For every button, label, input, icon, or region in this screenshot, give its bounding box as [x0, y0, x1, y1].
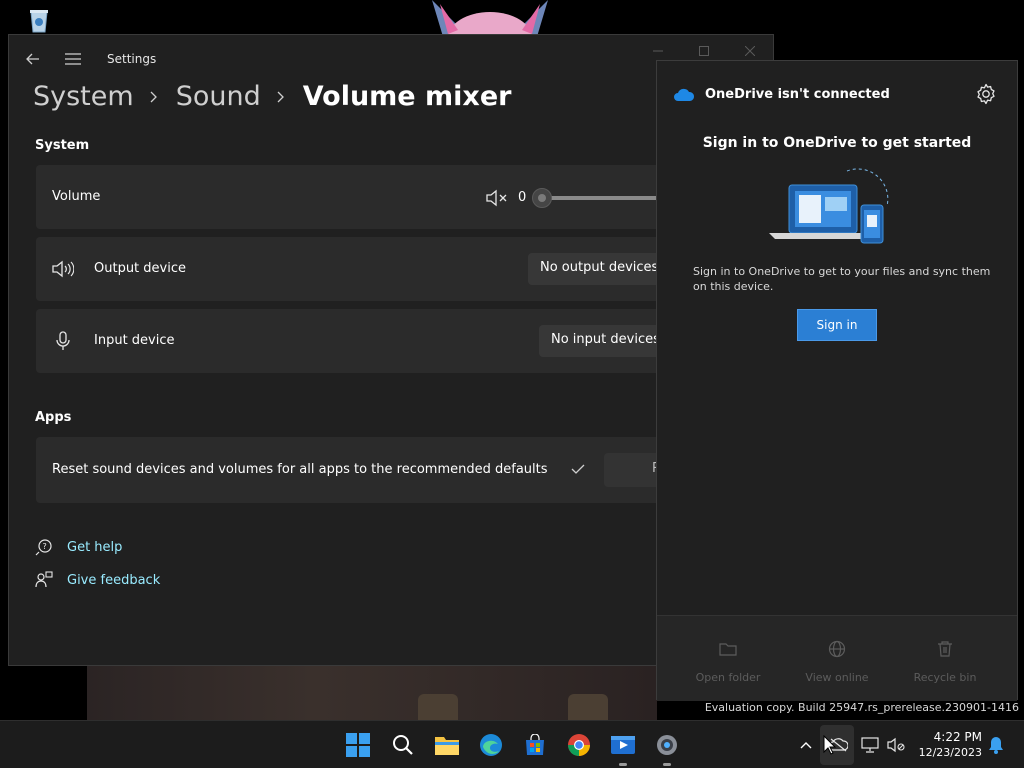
desktop: Settings System Sound Volume mixer Syste… [0, 0, 1024, 768]
show-hidden-icons-button[interactable] [796, 735, 816, 755]
view-online-label: View online [805, 671, 869, 684]
navigation-menu-button[interactable] [63, 49, 83, 69]
taskbar: 4:22 PM 12/23/2023 [0, 720, 1024, 768]
recycle-bin-button[interactable]: Recycle bin [895, 636, 995, 684]
volume-mute-icon[interactable] [486, 189, 508, 207]
onedrive-flyout: OneDrive isn't connected Sign in to OneD… [656, 60, 1018, 701]
volume-muted-icon [887, 737, 905, 753]
view-online-button[interactable]: View online [787, 636, 887, 684]
wallpaper-detail [418, 694, 458, 722]
volume-tray-button[interactable] [886, 735, 906, 755]
onedrive-description: Sign in to OneDrive to get to your files… [693, 265, 991, 293]
bell-icon [989, 737, 1003, 754]
network-tray-button[interactable] [860, 735, 880, 755]
breadcrumb-system[interactable]: System [33, 81, 134, 112]
edge-button[interactable] [476, 730, 506, 760]
chevron-right-icon [277, 90, 287, 104]
close-icon [745, 46, 755, 56]
running-indicator [663, 763, 671, 766]
wallpaper-detail [568, 694, 608, 722]
file-explorer-button[interactable] [432, 730, 462, 760]
back-button[interactable] [23, 49, 43, 69]
network-icon [861, 737, 879, 753]
settings-icon [657, 735, 677, 755]
globe-icon [828, 640, 846, 658]
folder-icon [719, 643, 737, 656]
edge-icon [480, 734, 502, 756]
running-indicator [619, 763, 627, 766]
microphone-icon [52, 331, 74, 351]
volume-label: Volume [52, 189, 101, 204]
maximize-icon [699, 46, 709, 56]
store-icon [526, 734, 544, 755]
window-title: Settings [107, 52, 157, 66]
store-button[interactable] [520, 730, 550, 760]
onedrive-heading: Sign in to OneDrive to get started [702, 135, 972, 151]
chevron-right-icon [150, 90, 160, 104]
clock[interactable]: 4:22 PM 12/23/2023 [916, 729, 982, 761]
open-folder-button[interactable]: Open folder [678, 636, 778, 684]
minimize-icon [653, 50, 663, 52]
trash-icon [938, 641, 952, 657]
clock-date: 12/23/2023 [918, 746, 982, 759]
output-device-label: Output device [94, 261, 186, 276]
clock-time: 4:22 PM [933, 730, 982, 744]
onedrive-footer: Open folder View online Recycle bin [657, 615, 1017, 701]
get-help-link[interactable]: ? Get help [35, 538, 122, 556]
sign-in-button[interactable]: Sign in [797, 309, 877, 341]
section-title-apps: Apps [35, 410, 72, 425]
svg-text:?: ? [43, 542, 47, 551]
breadcrumb-volume-mixer: Volume mixer [302, 81, 512, 112]
input-device-label: Input device [94, 333, 175, 348]
volume-slider-thumb[interactable] [532, 188, 552, 208]
input-device-dropdown[interactable]: No input devices [539, 325, 672, 357]
onedrive-header: OneDrive isn't connected [673, 87, 890, 102]
checkmark-icon [571, 464, 585, 474]
chrome-button[interactable] [564, 730, 594, 760]
back-arrow-icon [26, 53, 39, 65]
chevron-up-icon [800, 742, 812, 749]
chrome-icon [568, 734, 590, 756]
laptop-sync-illustration [769, 168, 889, 244]
search-button[interactable] [388, 730, 418, 760]
section-title-system: System [35, 138, 90, 153]
recycle-bin-label: Recycle bin [913, 671, 977, 684]
settings-button[interactable] [652, 730, 682, 766]
reset-label: Reset sound devices and volumes for all … [52, 462, 548, 477]
help-chat-icon: ? [35, 538, 53, 556]
mouse-cursor-icon [823, 735, 837, 755]
speaker-icon [52, 259, 74, 279]
give-feedback-link[interactable]: Give feedback [35, 571, 160, 589]
search-icon [393, 735, 413, 755]
clipchamp-icon [611, 736, 635, 754]
clipchamp-button[interactable] [608, 730, 638, 766]
file-explorer-icon [435, 737, 459, 755]
evaluation-watermark: Evaluation copy. Build 25947.rs_prerelea… [704, 701, 1019, 714]
hamburger-icon [65, 53, 81, 65]
recycle-bin-desktop-icon[interactable] [26, 8, 52, 34]
breadcrumb-sound[interactable]: Sound [176, 81, 261, 112]
feedback-icon [35, 571, 53, 589]
give-feedback-label: Give feedback [67, 572, 161, 588]
breadcrumb: System Sound Volume mixer [33, 81, 511, 112]
open-folder-label: Open folder [695, 671, 761, 684]
output-device-dropdown[interactable]: No output devices [528, 253, 671, 285]
get-help-label: Get help [67, 539, 123, 555]
volume-value: 0 [518, 190, 527, 205]
start-icon [346, 733, 370, 757]
onedrive-status-title: OneDrive isn't connected [705, 87, 890, 102]
notifications-button[interactable] [986, 735, 1006, 755]
start-button[interactable] [343, 730, 373, 760]
gear-icon[interactable] [975, 83, 997, 105]
onedrive-cloud-icon [674, 88, 695, 101]
